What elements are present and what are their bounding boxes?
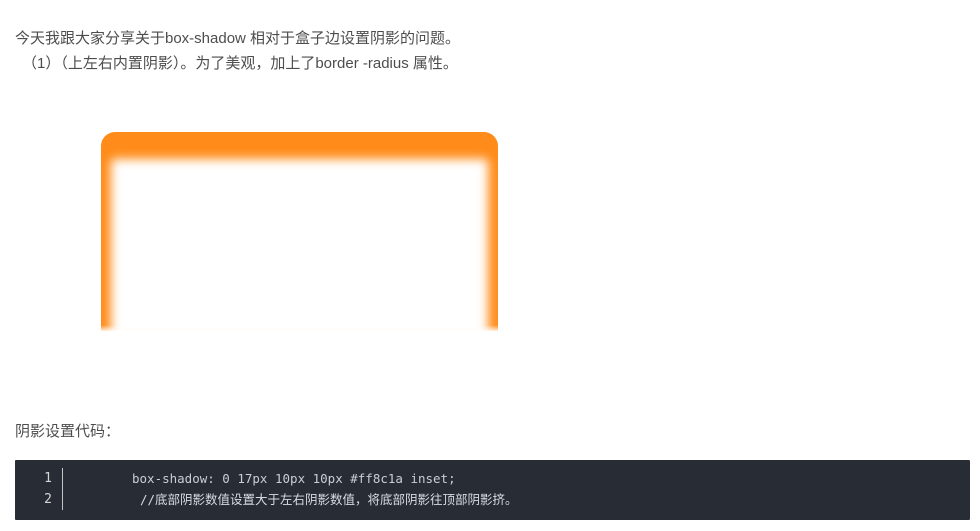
code-line: box-shadow: 0 17px 10px 10px #ff8c1a ins… xyxy=(132,471,456,486)
inset-shadow-demo-box xyxy=(101,132,498,331)
section-heading-inset-shadow: （1）（上左右内置阴影）。为了美观，加上了border -radius 属性。 xyxy=(22,55,458,72)
line-number: 1 xyxy=(44,471,52,486)
line-number: 2 xyxy=(44,492,52,507)
code-comment-line: //底部阴影数值设置大于左右阴影数值，将底部阴影往顶部阴影挤。 xyxy=(140,492,518,507)
code-block: 1 2 box-shadow: 0 17px 10px 10px #ff8c1a… xyxy=(15,460,970,520)
demo-image-bottom-edge xyxy=(101,325,498,331)
line-number-gutter: 1 2 xyxy=(15,468,63,510)
code-intro-label: 阴影设置代码： xyxy=(15,423,121,440)
intro-paragraph: 今天我跟大家分享关于box-shadow 相对于盒子边设置阴影的问题。 xyxy=(15,30,461,47)
